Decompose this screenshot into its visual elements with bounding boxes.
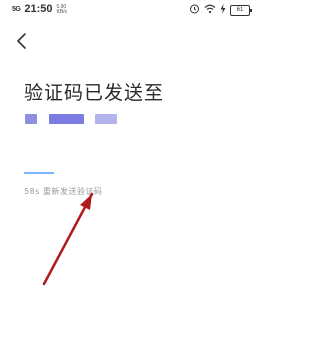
status-bar-left: 5G 21:50 5.90 KB/s — [12, 3, 67, 15]
network-speed: 5.90 KB/s — [56, 4, 68, 15]
status-bar: 5G 21:50 5.90 KB/s 61 — [0, 0, 260, 20]
annotation-arrow — [42, 192, 94, 286]
alarm-icon — [189, 3, 200, 17]
charging-icon — [220, 3, 226, 17]
battery-level: 61 — [236, 6, 244, 13]
network-speed-unit: KB/s — [56, 8, 68, 15]
status-bar-right: 61 — [189, 3, 252, 17]
masked-phone-segment-2 — [49, 114, 84, 124]
back-button[interactable] — [13, 30, 33, 52]
resend-code-countdown[interactable]: 58s 重新发送验证码 — [24, 186, 102, 197]
page-title: 验证码已发送至 — [24, 82, 165, 104]
signal-indicator: 5G — [12, 5, 21, 13]
masked-phone-segment-3 — [95, 114, 117, 124]
verification-code-input[interactable] — [24, 172, 54, 174]
chevron-left-icon — [17, 33, 26, 49]
status-time: 21:50 — [24, 3, 53, 15]
battery-icon: 61 — [230, 4, 252, 16]
wifi-icon — [204, 4, 216, 17]
masked-phone-segment-1 — [25, 114, 37, 124]
